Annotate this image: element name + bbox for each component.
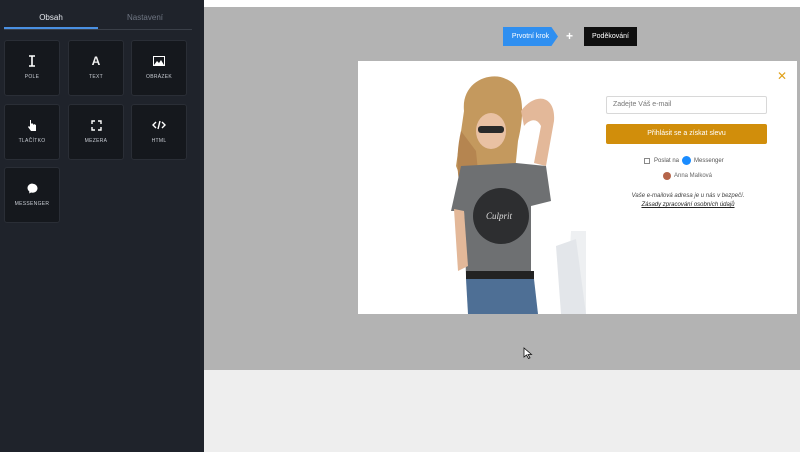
tile-label: MESSENGER [14, 201, 50, 207]
sidebar-tabs: Obsah Nastavení [4, 8, 192, 30]
privacy-note: Vaše e-mailová adresa je u nás v bezpečí… [631, 193, 745, 199]
popup-preview[interactable]: ✕ Culprit Zadejte Váš e-mail Přihlásit s… [358, 61, 797, 314]
canvas-footer [204, 370, 800, 452]
tile-label: POLE [24, 74, 40, 80]
tile-spacer[interactable]: MEZERA [68, 104, 124, 160]
step-initial[interactable]: Prvotní krok [503, 27, 558, 46]
subscribe-button[interactable]: Přihlásit se a získat slevu [606, 124, 767, 144]
tile-html[interactable]: HTML [131, 104, 187, 160]
tile-button[interactable]: TLAČÍTKO [4, 104, 60, 160]
tile-image[interactable]: OBRÁZEK [131, 40, 187, 96]
tile-label: TEXT [89, 74, 103, 80]
text-cursor-icon [5, 53, 59, 69]
code-icon [132, 117, 186, 133]
messenger-icon [5, 180, 59, 196]
step-thanks[interactable]: Poděkování [584, 27, 637, 46]
messenger-label: Messenger [694, 157, 724, 164]
avatar [663, 172, 671, 180]
user-name: Anna Malková [674, 173, 713, 179]
tile-messenger[interactable]: MESSENGER [4, 167, 60, 223]
messenger-user: Anna Malková [663, 172, 712, 180]
tile-field[interactable]: POLE [4, 40, 60, 96]
close-icon[interactable]: ✕ [777, 69, 787, 83]
svg-text:Culprit: Culprit [486, 211, 513, 221]
tab-content[interactable]: Obsah [4, 8, 98, 29]
tile-label: OBRÁZEK [146, 74, 172, 80]
messenger-icon [682, 156, 692, 165]
top-strip [204, 0, 800, 7]
tile-label: HTML [151, 138, 167, 144]
tile-text[interactable]: A TEXT [68, 40, 124, 96]
model-photo: Culprit [451, 76, 586, 314]
hand-pointer-icon [5, 117, 59, 133]
email-field[interactable]: Zadejte Váš e-mail [606, 96, 767, 114]
image-icon [132, 53, 186, 69]
tile-label: TLAČÍTKO [18, 138, 46, 144]
add-step-button[interactable]: + [566, 29, 573, 43]
tab-settings[interactable]: Nastavení [98, 8, 192, 29]
mouse-cursor-icon [523, 347, 533, 359]
messenger-checkbox[interactable] [644, 157, 650, 164]
tile-label: MEZERA [84, 138, 108, 144]
messenger-prefix: Poslat na [654, 157, 680, 164]
privacy-link[interactable]: Zásady zpracování osobních údajů [623, 202, 753, 208]
sidebar: Obsah Nastavení POLE A TEXT OBRÁZEK TLAČ… [0, 0, 204, 452]
expand-icon [69, 117, 123, 133]
messenger-optin[interactable]: Poslat na Messenger [644, 156, 724, 165]
letter-a-icon: A [91, 54, 101, 68]
